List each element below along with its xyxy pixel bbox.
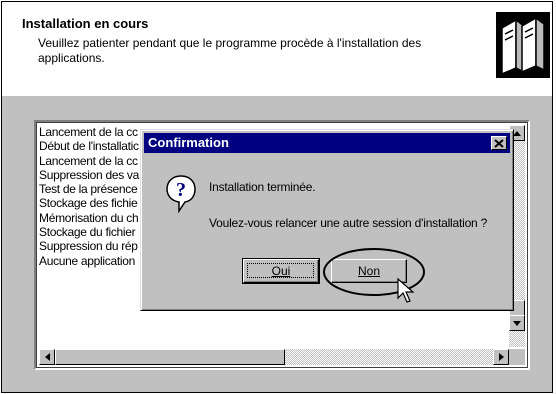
- header-divider: [2, 95, 552, 96]
- scrollbar-corner: [509, 349, 525, 365]
- header-panel: Installation en cours Veuillez patienter…: [2, 2, 552, 96]
- close-icon: [494, 138, 504, 148]
- arrow-right-icon: [498, 353, 504, 361]
- arrow-down-icon: [513, 320, 521, 326]
- horizontal-scroll-thumb[interactable]: [55, 349, 285, 365]
- servers-logo-icon: [496, 12, 550, 78]
- svg-text:?: ?: [176, 179, 186, 201]
- yes-button[interactable]: Oui: [242, 258, 320, 284]
- scroll-down-button[interactable]: [509, 315, 525, 331]
- no-button[interactable]: Non: [331, 259, 407, 283]
- question-icon: ?: [165, 174, 197, 214]
- installer-window: Installation en cours Veuillez patienter…: [1, 1, 553, 393]
- no-button-label: Non: [357, 264, 380, 278]
- page-title: Installation en cours: [22, 16, 149, 31]
- scroll-left-button[interactable]: [39, 349, 55, 365]
- dialog-titlebar[interactable]: Confirmation: [144, 133, 510, 153]
- close-button[interactable]: [491, 136, 507, 150]
- dialog-message-question: Voulez-vous relancer une autre session d…: [209, 216, 488, 230]
- dialog-message-status: Installation terminée.: [209, 180, 316, 194]
- arrow-up-icon: [513, 130, 521, 136]
- yes-button-label: Oui: [271, 264, 291, 278]
- dialog-title: Confirmation: [148, 135, 229, 150]
- arrow-left-icon: [44, 353, 50, 361]
- confirmation-dialog: Confirmation ? Installation terminée. Vo…: [140, 129, 514, 311]
- page-subtitle: Veuillez patienter pendant que le progra…: [38, 36, 422, 65]
- scroll-right-button[interactable]: [493, 349, 509, 365]
